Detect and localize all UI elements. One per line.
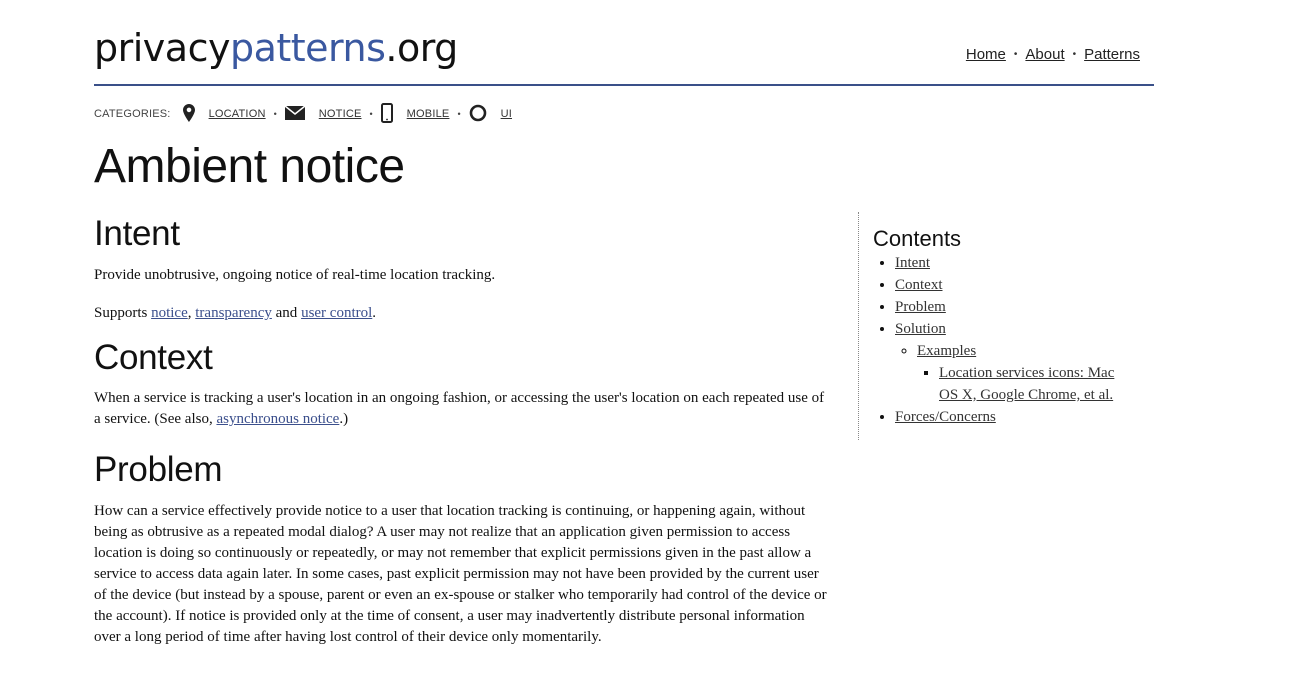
problem-heading: Problem bbox=[94, 450, 223, 489]
toc-item: Examples Location services icons: Mac OS… bbox=[917, 340, 1135, 406]
toc-item: Context bbox=[895, 274, 1135, 296]
toc-link-forces-concerns[interactable]: Forces/Concerns bbox=[895, 409, 996, 425]
link-user-control[interactable]: user control bbox=[301, 305, 372, 321]
context-text-before: When a service is tracking a user's loca… bbox=[94, 390, 825, 427]
category-mobile-link[interactable]: MOBILE bbox=[407, 108, 450, 120]
contents-heading: Contents bbox=[873, 226, 962, 251]
category-separator: • bbox=[273, 109, 277, 119]
toc-link-context[interactable]: Context bbox=[895, 277, 943, 293]
envelope-icon bbox=[284, 104, 306, 123]
toc-item: Location services icons: Mac OS X, Googl… bbox=[939, 362, 1135, 406]
supports-prefix: Supports bbox=[94, 305, 152, 321]
supports-and: and bbox=[271, 305, 302, 321]
category-notice-link[interactable]: NOTICE bbox=[319, 108, 362, 120]
problem-text: How can a service effectively provide no… bbox=[94, 503, 827, 645]
context-heading: Context bbox=[94, 338, 213, 377]
contents-sidebar: Contents Intent Context Problem Solution… bbox=[858, 212, 1139, 440]
circle-icon bbox=[469, 104, 487, 125]
mobile-phone-icon bbox=[380, 102, 393, 126]
table-of-contents: Intent Context Problem Solution Examples… bbox=[873, 252, 1135, 428]
toc-item: Forces/Concerns bbox=[895, 406, 1135, 428]
site-logo[interactable]: privacypatterns.org bbox=[94, 26, 458, 70]
category-separator: • bbox=[457, 109, 461, 119]
supports-text: Supports notice, transparency and user c… bbox=[94, 303, 834, 324]
logo-part-privacy: privacy bbox=[94, 26, 230, 70]
intent-heading: Intent bbox=[94, 214, 180, 253]
nav-about-link[interactable]: About bbox=[1025, 46, 1064, 63]
categories-label: CATEGORIES: bbox=[94, 108, 171, 120]
toc-link-examples[interactable]: Examples bbox=[917, 343, 976, 359]
intent-text: Provide unobtrusive, ongoing notice of r… bbox=[94, 267, 496, 283]
logo-part-patterns: patterns bbox=[229, 26, 386, 70]
link-notice[interactable]: notice bbox=[151, 305, 188, 321]
nav-separator: • bbox=[1072, 49, 1077, 60]
toc-item: Problem bbox=[895, 296, 1135, 318]
category-ui-link[interactable]: UI bbox=[501, 108, 512, 120]
nav-patterns-link[interactable]: Patterns bbox=[1084, 46, 1140, 63]
location-pin-icon bbox=[182, 103, 195, 125]
toc-link-problem[interactable]: Problem bbox=[895, 299, 946, 315]
toc-link-intent[interactable]: Intent bbox=[895, 255, 930, 271]
toc-item: Solution Examples Location services icon… bbox=[895, 318, 1135, 406]
toc-link-solution[interactable]: Solution bbox=[895, 321, 946, 337]
category-separator: • bbox=[369, 109, 373, 119]
context-text-after: .) bbox=[339, 411, 349, 427]
supports-period: . bbox=[372, 305, 377, 321]
main-content: Intent Provide unobtrusive, ongoing noti… bbox=[94, 212, 834, 648]
toc-link-location-services-icons[interactable]: Location services icons: Mac OS X, Googl… bbox=[939, 365, 1114, 403]
link-transparency[interactable]: transparency bbox=[195, 305, 272, 321]
nav-separator: • bbox=[1013, 49, 1018, 60]
context-text: When a service is tracking a user's loca… bbox=[94, 388, 834, 430]
nav-home-link[interactable]: Home bbox=[966, 46, 1006, 63]
link-asynchronous-notice[interactable]: asynchronous notice bbox=[216, 411, 339, 427]
logo-part-org: .org bbox=[385, 26, 458, 70]
category-location-link[interactable]: LOCATION bbox=[209, 108, 266, 120]
page-title: Ambient notice bbox=[94, 140, 405, 193]
categories-bar: CATEGORIES: LOCATION • NOTICE • MOBILE •… bbox=[94, 102, 512, 126]
main-nav: Home • About • Patterns bbox=[966, 46, 1140, 63]
site-header: privacypatterns.org Home • About • Patte… bbox=[94, 24, 1154, 86]
toc-item: Intent bbox=[895, 252, 1135, 274]
